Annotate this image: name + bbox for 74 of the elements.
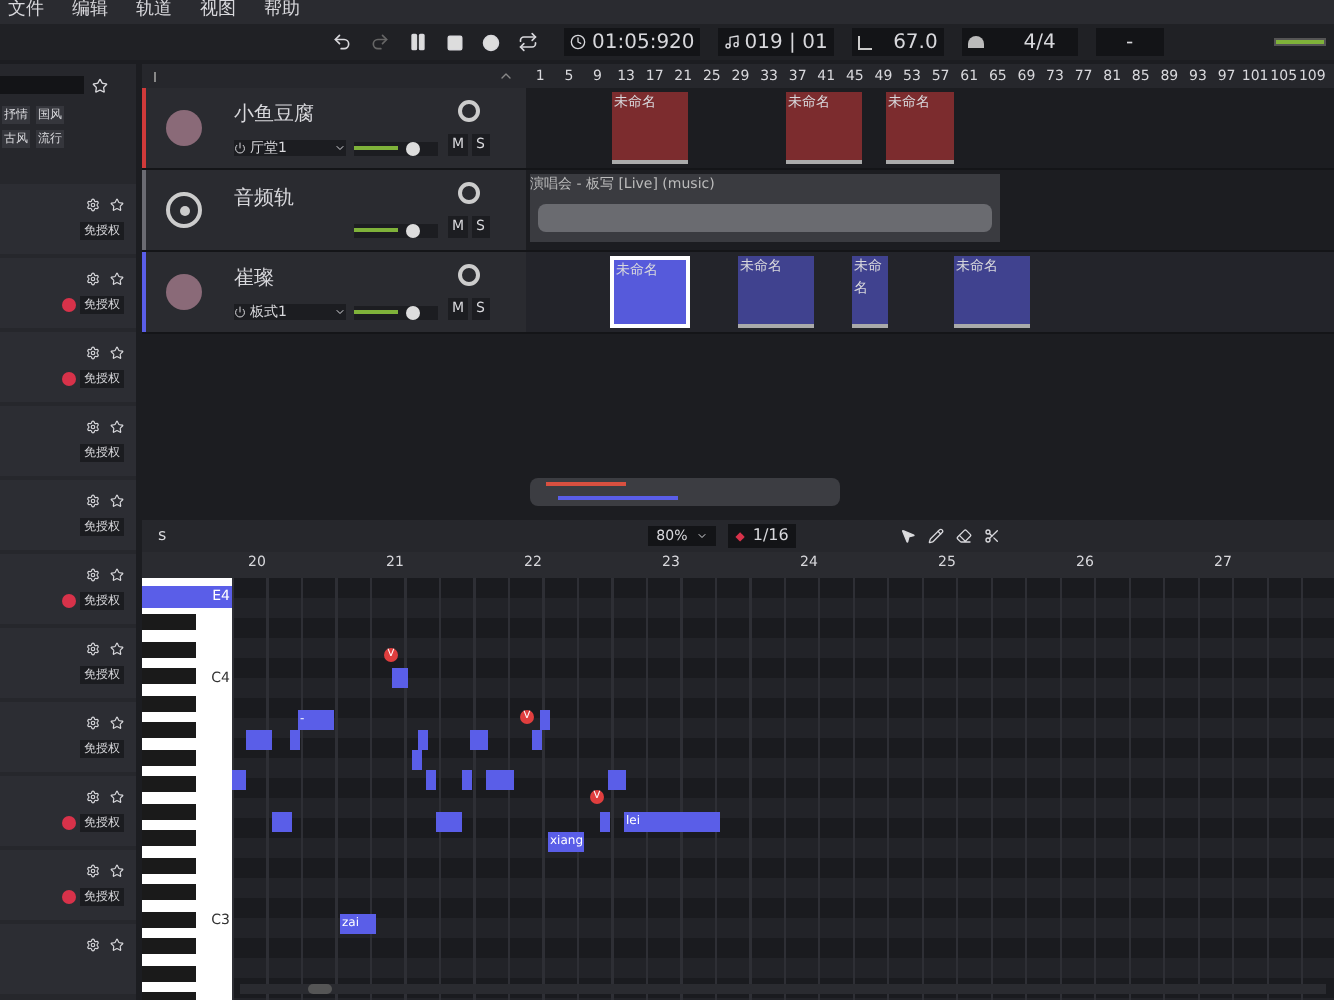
settings-icon[interactable] [86,716,100,730]
pencil-tool-icon[interactable] [928,528,945,544]
track-name: 小鱼豆腐 [234,101,316,130]
volume-slider[interactable] [354,141,438,155]
volume-slider[interactable] [354,223,438,237]
pause-icon[interactable] [408,32,428,52]
menu-item[interactable]: 文件 [8,0,44,26]
meter-icon [967,36,984,48]
settings-icon[interactable] [86,938,100,952]
settings-icon[interactable] [86,272,100,286]
sharp-key[interactable] [142,965,196,981]
settings-icon[interactable] [86,568,100,582]
star-icon[interactable] [110,568,124,582]
star-icon[interactable] [110,346,124,360]
sharp-key[interactable] [142,749,196,765]
settings-icon[interactable] [86,494,100,508]
eraser-tool-icon[interactable] [956,528,973,544]
meter-display: 4/4 [961,28,1078,56]
menu-item[interactable]: 帮助 [264,0,300,26]
loop-icon[interactable] [518,32,538,52]
settings-icon[interactable] [86,642,100,656]
clock-icon [570,34,586,50]
quantize-value: 1/16 [752,524,789,548]
scrollbar[interactable] [240,984,1326,994]
music-note-icon [724,34,741,50]
collapse-icon[interactable] [498,68,514,84]
settings-icon[interactable] [86,198,100,212]
star-icon[interactable] [110,272,124,286]
star-icon[interactable] [110,938,124,952]
pan-knob[interactable] [457,264,480,287]
avatar [166,110,202,146]
volume-slider[interactable] [354,305,438,319]
pan-knob[interactable] [457,100,480,123]
track-name: 音频轨 [234,185,296,213]
settings-icon[interactable] [86,420,100,434]
redo-icon[interactable] [370,32,390,52]
tempo-display: 67.0 [851,28,944,56]
key-display: - [1095,28,1164,56]
sharp-key[interactable] [142,857,196,873]
sharp-key[interactable] [142,803,196,819]
sharp-key[interactable] [142,695,196,711]
star-icon[interactable] [110,494,124,508]
track-name: 崔璨 [234,265,276,294]
time-display: 01:05:920 [564,28,701,56]
star-icon[interactable] [92,77,108,93]
pointer-tool-icon[interactable] [900,528,917,544]
power-icon[interactable] [234,142,246,154]
pan-knob[interactable] [457,182,480,205]
sharp-key[interactable] [142,641,196,657]
settings-icon[interactable] [86,864,100,878]
caret-icon [334,142,346,154]
settings-icon[interactable] [86,346,100,360]
star-icon[interactable] [110,790,124,804]
avatar [166,274,202,310]
record-icon[interactable] [482,33,500,51]
stop-icon[interactable] [446,33,464,51]
menu-item[interactable]: 编辑 [72,0,108,26]
star-icon[interactable] [110,198,124,212]
star-icon[interactable] [110,420,124,434]
star-icon[interactable] [110,716,124,730]
sharp-key[interactable] [142,911,196,927]
menu-item[interactable]: 视图 [200,0,236,26]
star-icon[interactable] [110,642,124,656]
star-icon[interactable] [110,864,124,878]
power-icon[interactable] [234,306,246,318]
caret-icon [334,306,346,318]
piano-roll-label: s [158,524,167,548]
scissors-tool-icon[interactable] [984,528,1001,544]
undo-icon[interactable] [332,32,352,52]
position-display: 019 | 01 [718,28,834,56]
menu-item[interactable]: 轨道 [136,0,172,26]
settings-icon[interactable] [86,790,100,804]
level-meter [1274,38,1326,46]
caret-icon [695,530,708,542]
